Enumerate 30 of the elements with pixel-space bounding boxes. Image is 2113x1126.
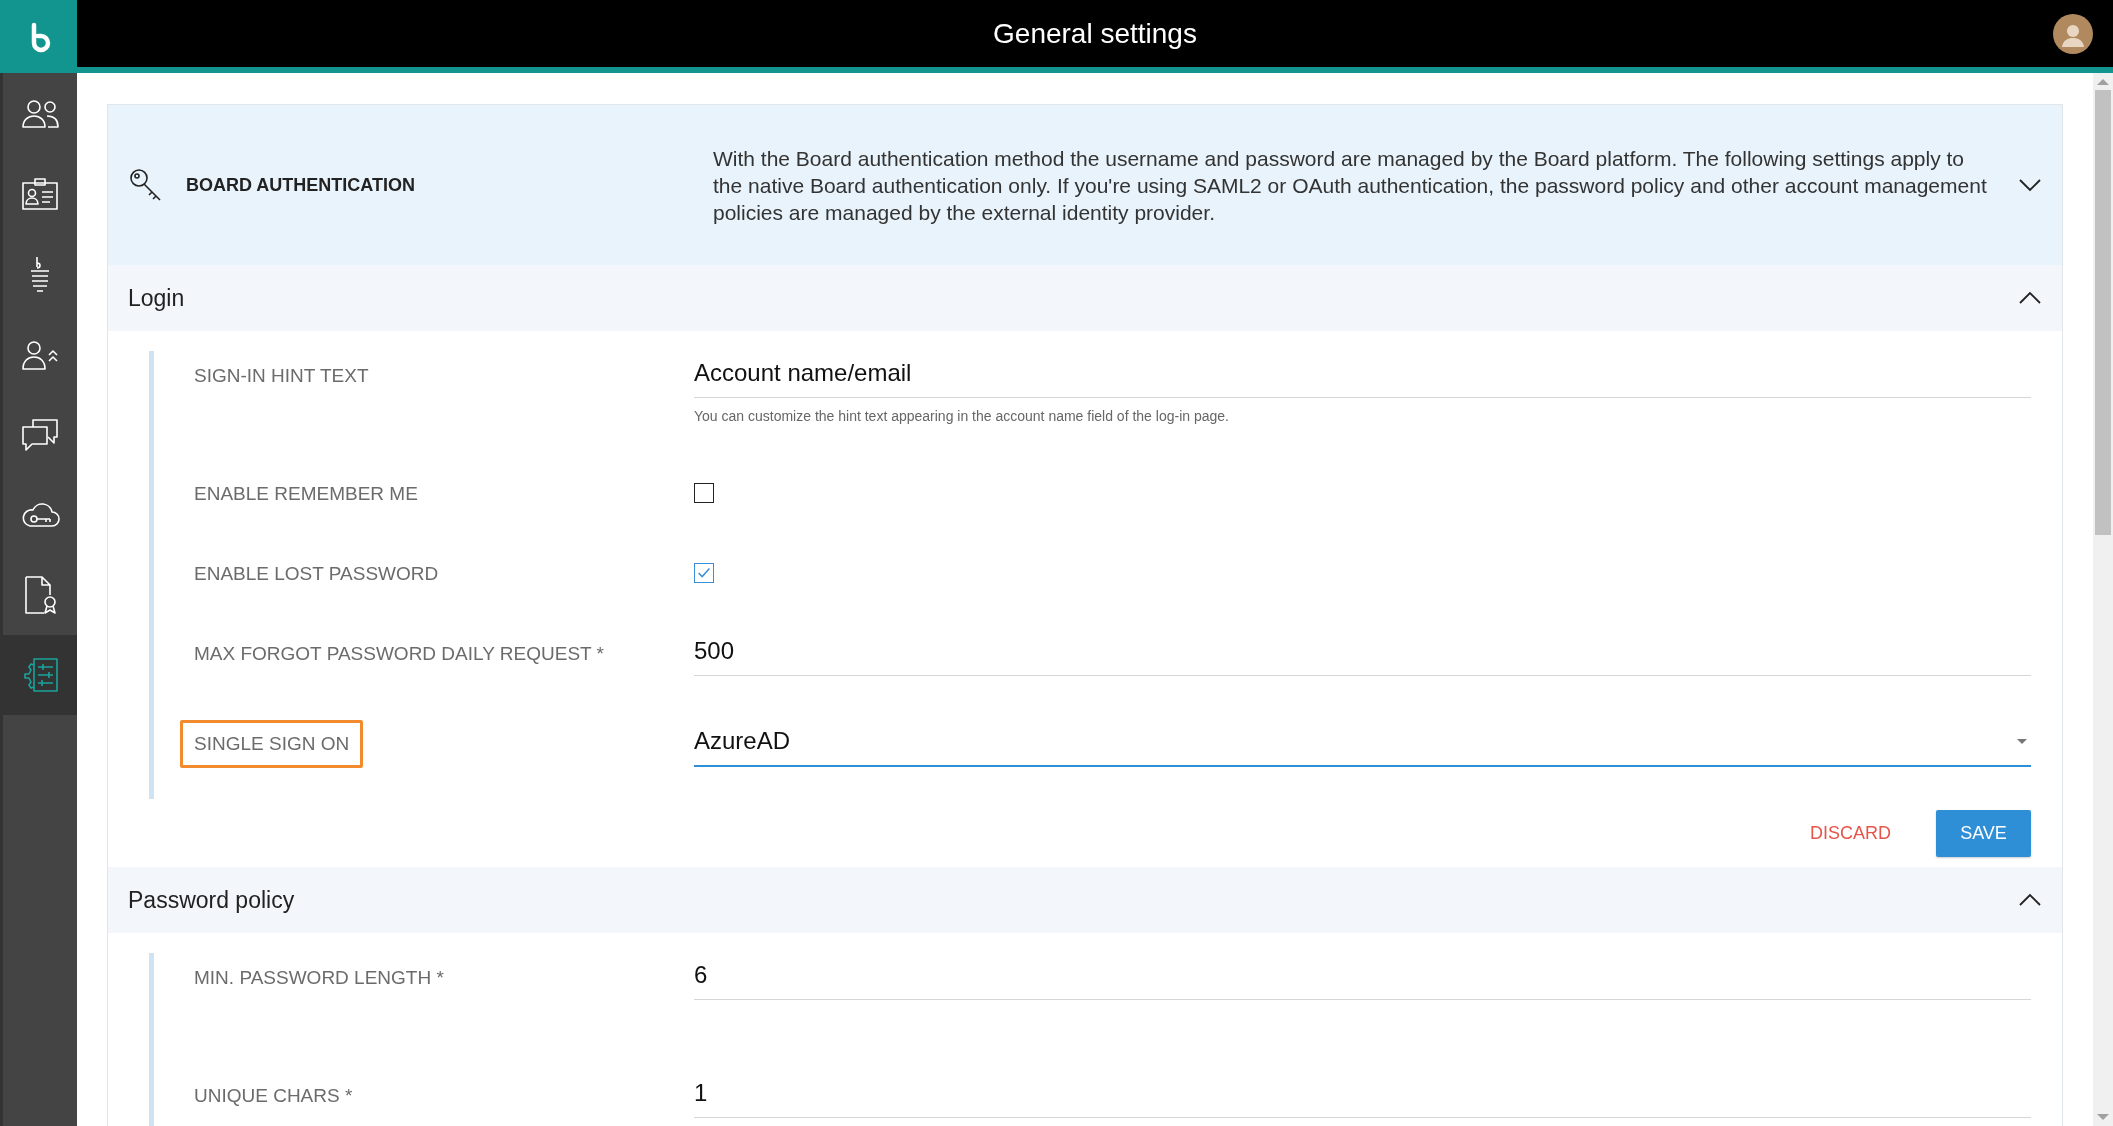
- avatar[interactable]: [2053, 14, 2093, 54]
- text-field[interactable]: 1: [694, 1071, 2031, 1118]
- section-title: Login: [128, 284, 185, 312]
- checkbox[interactable]: [694, 563, 714, 583]
- page-title: General settings: [993, 17, 1197, 50]
- field-label: SIGN-IN HINT TEXT: [194, 365, 369, 387]
- field-label: ENABLE REMEMBER ME: [194, 483, 418, 505]
- field-label: MIN. PASSWORD LENGTH *: [194, 967, 444, 989]
- logo-tile[interactable]: [0, 0, 77, 73]
- field-label: MAX FORGOT PASSWORD DAILY REQUEST *: [194, 643, 604, 665]
- section-title: Password policy: [128, 886, 295, 914]
- dropdown-field[interactable]: AzureAD: [694, 719, 2031, 767]
- discard-button[interactable]: DISCARD: [1810, 810, 1891, 856]
- text-field[interactable]: 500: [694, 629, 2031, 676]
- scrollbar-thumb[interactable]: [2095, 90, 2111, 535]
- field-label: ENABLE LOST PASSWORD: [194, 563, 439, 585]
- checkbox[interactable]: [694, 483, 714, 503]
- highlight-box: SINGLE SIGN ON: [180, 720, 364, 768]
- section-header[interactable]: Login: [108, 265, 2062, 331]
- chevron-down-icon[interactable]: [2018, 176, 2042, 194]
- help-text: You can customize the hint text appearing in the account name field of the log-in page.: [694, 408, 1230, 424]
- text-field[interactable]: Account name/email: [694, 351, 2031, 398]
- description-text: With the Board authentication method the username and password are managed by the Board platform. The following settings apply to the native Board authentication only. If you're using SAML2 or OAuth authentication, the password policy and other account management policies are managed by the external identity provider.: [713, 145, 1988, 226]
- scrollbar[interactable]: [2093, 73, 2113, 1126]
- nav-item[interactable]: [3, 635, 77, 715]
- text-field[interactable]: 6: [694, 953, 2031, 1000]
- caret-icon: [2017, 738, 2027, 744]
- field-label: UNIQUE CHARS *: [194, 1085, 353, 1107]
- section-title: BOARD AUTHENTICATION: [186, 174, 415, 196]
- section-header[interactable]: Password policy: [108, 867, 2062, 933]
